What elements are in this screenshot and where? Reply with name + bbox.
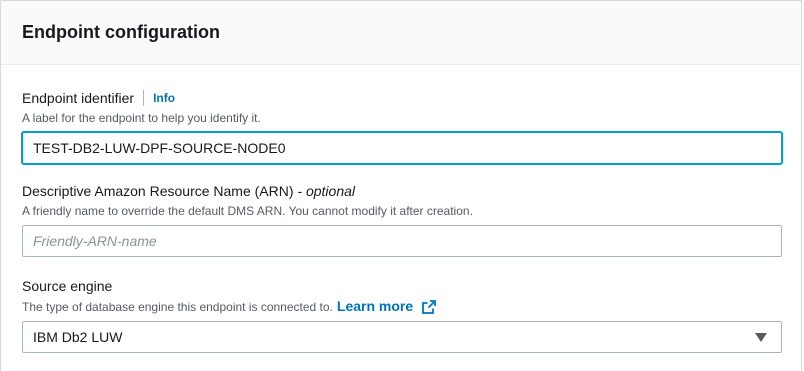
source-engine-selected-value: IBM Db2 LUW	[33, 329, 123, 346]
source-engine-description-row: The type of database engine this endpoin…	[22, 298, 782, 315]
source-engine-description: The type of database engine this endpoin…	[22, 299, 333, 314]
arn-input[interactable]	[22, 225, 782, 257]
panel-title: Endpoint configuration	[22, 22, 220, 42]
endpoint-identifier-label-row: Endpoint identifier Info	[22, 89, 782, 107]
arn-label-row: Descriptive Amazon Resource Name (ARN) -…	[22, 182, 782, 200]
info-link[interactable]: Info	[153, 89, 175, 107]
endpoint-identifier-label: Endpoint identifier	[22, 90, 135, 106]
endpoint-identifier-description: A label for the endpoint to help you ide…	[22, 111, 261, 125]
arn-optional-suffix: - optional	[293, 183, 356, 199]
endpoint-configuration-panel: Endpoint configuration Endpoint identifi…	[0, 0, 802, 371]
learn-more-label: Learn more	[336, 298, 414, 314]
label-divider	[143, 90, 145, 106]
source-engine-label: Source engine	[22, 278, 113, 294]
endpoint-identifier-input[interactable]	[22, 132, 782, 164]
endpoint-identifier-field: Endpoint identifier Info A label for the…	[22, 89, 782, 164]
arn-label: Descriptive Amazon Resource Name (ARN)	[22, 183, 294, 199]
external-link-icon	[422, 300, 436, 315]
source-engine-label-row: Source engine	[22, 277, 782, 295]
caret-down-icon	[755, 332, 767, 342]
arn-field: Descriptive Amazon Resource Name (ARN) -…	[22, 182, 782, 257]
source-engine-select[interactable]: IBM Db2 LUW	[22, 321, 782, 354]
learn-more-link[interactable]: Learn more	[336, 298, 436, 315]
source-engine-field: Source engine The type of database engin…	[22, 277, 782, 354]
panel-header: Endpoint configuration	[1, 1, 801, 65]
arn-description: A friendly name to override the default …	[22, 204, 473, 218]
